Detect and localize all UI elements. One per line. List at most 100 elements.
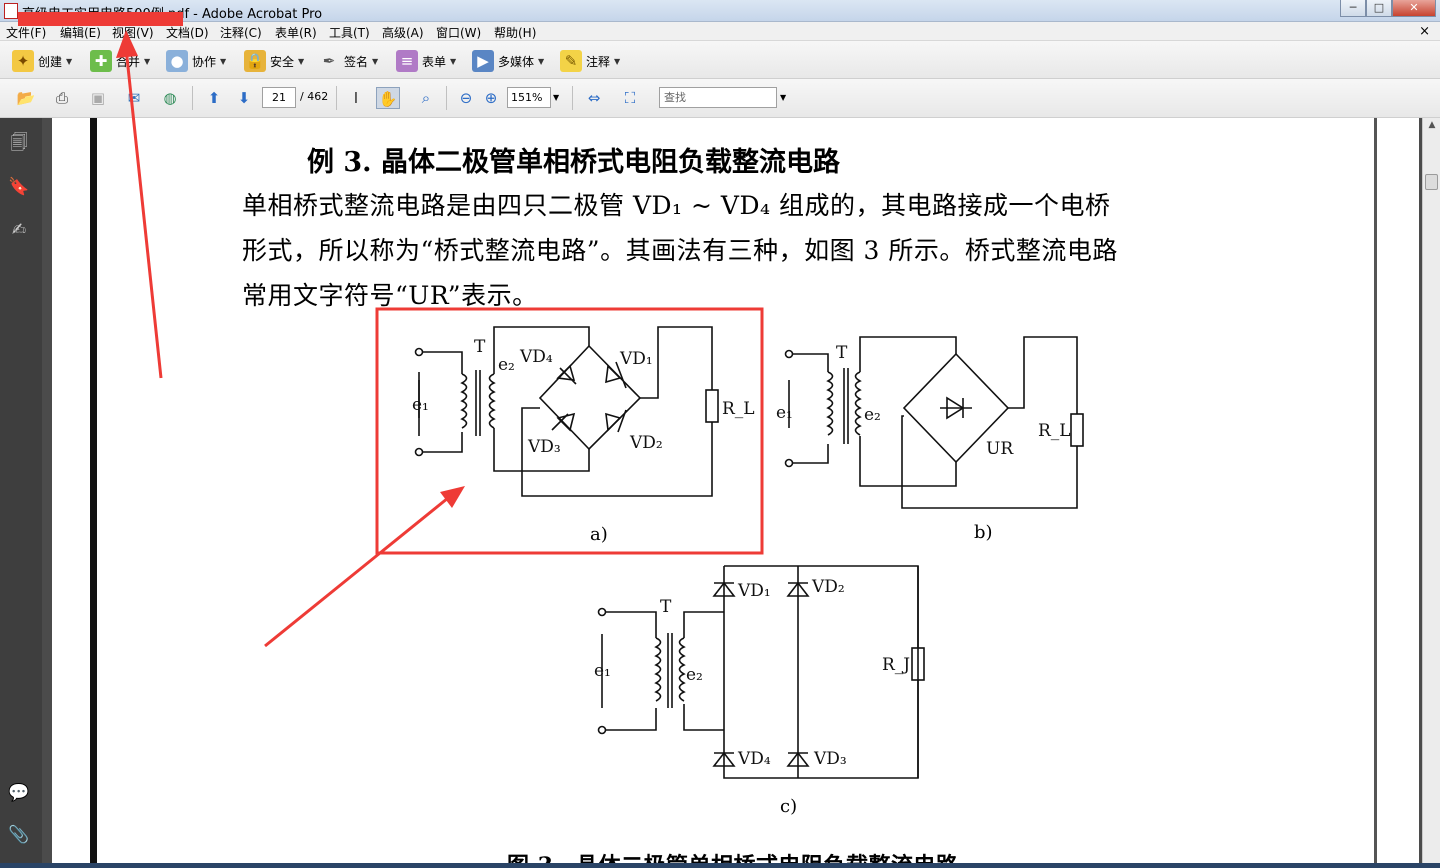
document-viewport[interactable]: 例 3. 晶体二极管单相桥式电阻负载整流电路 单相桥式整流电路是由四只二极管 V… — [42, 118, 1422, 863]
multimedia-icon: ▶ — [472, 50, 494, 72]
create-button[interactable]: ✦ 创建 ▼ — [12, 50, 72, 72]
menu-window[interactable]: 窗口(W) — [436, 24, 481, 41]
label-VD2-a: VD₂ — [629, 433, 663, 453]
toolbar-divider — [192, 86, 193, 110]
zoom-in-icon[interactable]: ⊕ — [479, 87, 503, 109]
figure-caption-b: b) — [974, 522, 993, 543]
scroll-thumb[interactable] — [1425, 174, 1438, 190]
label-VD4-a: VD₄ — [519, 347, 553, 367]
menu-comments[interactable]: 注释(C) — [220, 24, 262, 41]
collaborate-button[interactable]: ● 协作 ▼ — [166, 50, 226, 72]
close-button[interactable]: ✕ — [1392, 0, 1436, 17]
figure-caption-a: a) — [590, 524, 608, 545]
pages-panel-icon[interactable]: 🗐 — [8, 132, 30, 154]
collaborate-icon: ● — [166, 50, 188, 72]
page-number-input[interactable]: 21 — [262, 87, 296, 108]
menu-edit[interactable]: 编辑(E) — [60, 24, 101, 41]
chevron-down-icon: ▼ — [298, 56, 305, 66]
chevron-down-icon: ▼ — [614, 56, 621, 66]
form-icon: ≡ — [396, 50, 418, 72]
sign-button[interactable]: ✒ 签名 ▼ — [318, 50, 378, 72]
create-label: 创建 — [38, 54, 63, 69]
menu-file[interactable]: 文件(F) — [6, 24, 46, 41]
create-pdf-icon: ✦ — [12, 50, 34, 72]
pdf-file-icon — [4, 3, 18, 19]
previous-page-icon[interactable]: ⬆ — [202, 87, 226, 109]
menu-tools[interactable]: 工具(T) — [329, 24, 370, 41]
print-icon[interactable]: ⎙ — [50, 87, 74, 109]
label-VD3-a: VD₃ — [527, 437, 561, 457]
label-VD3-c: VD₃ — [813, 749, 847, 769]
email-icon[interactable]: ✉ — [122, 87, 146, 109]
label-T-b: T — [836, 343, 848, 363]
scroll-up-icon[interactable]: ▲ — [1426, 120, 1438, 132]
fit-page-icon[interactable]: ⛶ — [618, 87, 642, 109]
label-VD1-c: VD₁ — [737, 581, 771, 601]
save-icon[interactable]: ▣ — [86, 87, 110, 109]
menu-help[interactable]: 帮助(H) — [494, 24, 536, 41]
label-e2-b: e₂ — [864, 405, 881, 425]
tasks-toolbar: ✦ 创建 ▼ ✚ 合并 ▼ ● 协作 ▼ 🔒 安全 ▼ ✒ 签名 ▼ ≡ 表单 ▼ ▶ 多媒… — [0, 41, 1440, 79]
select-text-icon[interactable]: I — [344, 87, 368, 109]
lock-icon: 🔒 — [244, 50, 266, 72]
maximize-button[interactable]: □ — [1366, 0, 1392, 17]
bridge-rectifier-diagrams: T e₂ VD₄ VD₁ VD₃ VD₂ R_L e₁ T e₂ e₁ UR R… — [412, 326, 1084, 779]
label-RL-b: R_L — [1038, 421, 1071, 441]
chevron-down-icon: ▼ — [450, 56, 457, 66]
bookmarks-panel-icon[interactable]: 🔖 — [8, 176, 30, 198]
combine-files-icon: ✚ — [90, 50, 112, 72]
menu-view[interactable]: 视图(V) — [112, 24, 154, 41]
page-count: / 462 — [300, 90, 329, 103]
signatures-panel-icon[interactable]: ✍ — [8, 219, 30, 241]
comment-bubble-icon: ✎ — [560, 50, 582, 72]
chevron-down-icon: ▼ — [66, 56, 73, 66]
menu-advanced[interactable]: 高级(A) — [382, 24, 424, 41]
label-VD2-c: VD₂ — [811, 577, 845, 597]
label-RJ-c: R_J — [882, 655, 910, 675]
label-T-a: T — [474, 337, 486, 357]
next-page-icon[interactable]: ⬇ — [232, 87, 256, 109]
figure-caption-c: c) — [780, 796, 798, 817]
attachments-paperclip-icon[interactable]: 📎 — [8, 824, 30, 846]
hand-tool-icon[interactable]: ✋ — [376, 87, 400, 109]
multimedia-label: 多媒体 — [498, 54, 535, 69]
secure-label: 安全 — [270, 54, 295, 69]
multimedia-button[interactable]: ▶ 多媒体 ▼ — [472, 50, 544, 72]
comment-button[interactable]: ✎ 注释 ▼ — [560, 50, 620, 72]
label-UR-b: UR — [986, 439, 1014, 459]
menu-forms[interactable]: 表单(R) — [275, 24, 317, 41]
chevron-down-icon: ▼ — [372, 56, 379, 66]
figure-title-partial: 图 3 晶体二极管单相桥式电阻负载整流电路 — [507, 848, 958, 863]
zoom-out-icon[interactable]: ⊖ — [454, 87, 478, 109]
forms-button[interactable]: ≡ 表单 ▼ — [396, 50, 456, 72]
label-e1-c: e₁ — [594, 661, 611, 681]
web-globe-icon[interactable]: ◍ — [158, 87, 182, 109]
forms-label: 表单 — [422, 54, 447, 69]
toolbar-divider — [446, 86, 447, 110]
toolbar-divider — [336, 86, 337, 110]
figure-a-circuit — [414, 326, 719, 497]
chevron-down-icon: ▼ — [538, 56, 545, 66]
combine-label: 合并 — [116, 54, 141, 69]
zoom-tool-icon[interactable]: ⌕ — [414, 87, 438, 109]
comments-panel-icon[interactable]: 💬 — [8, 782, 30, 804]
pdf-page: 例 3. 晶体二极管单相桥式电阻负载整流电路 单相桥式整流电路是由四只二极管 V… — [52, 118, 1419, 863]
label-VD1-a: VD₁ — [619, 349, 653, 369]
vertical-scrollbar[interactable]: ▲ — [1422, 118, 1440, 863]
combine-button[interactable]: ✚ 合并 ▼ — [90, 50, 150, 72]
open-folder-icon[interactable]: 📂 — [14, 87, 38, 109]
menu-document[interactable]: 文档(D) — [166, 24, 209, 41]
search-input[interactable]: 查找 — [659, 87, 777, 108]
navigation-pane: 🗐 🔖 ✍ 💬 📎 — [0, 118, 42, 863]
zoom-level-input[interactable]: 151% — [507, 87, 551, 108]
minimize-button[interactable]: ─ — [1340, 0, 1366, 17]
chevron-down-icon[interactable]: ▼ — [780, 93, 786, 102]
pen-icon: ✒ — [322, 52, 336, 70]
fit-width-icon[interactable]: ⇔ — [582, 87, 606, 109]
collaborate-label: 协作 — [192, 54, 217, 69]
chevron-down-icon[interactable]: ▼ — [553, 93, 559, 102]
window-title: 高级电工实用电路500例.pdf - Adobe Acrobat Pro — [22, 7, 323, 22]
chevron-down-icon: ▼ — [220, 56, 227, 66]
secure-button[interactable]: 🔒 安全 ▼ — [244, 50, 304, 72]
close-document-button[interactable]: × — [1419, 24, 1430, 39]
